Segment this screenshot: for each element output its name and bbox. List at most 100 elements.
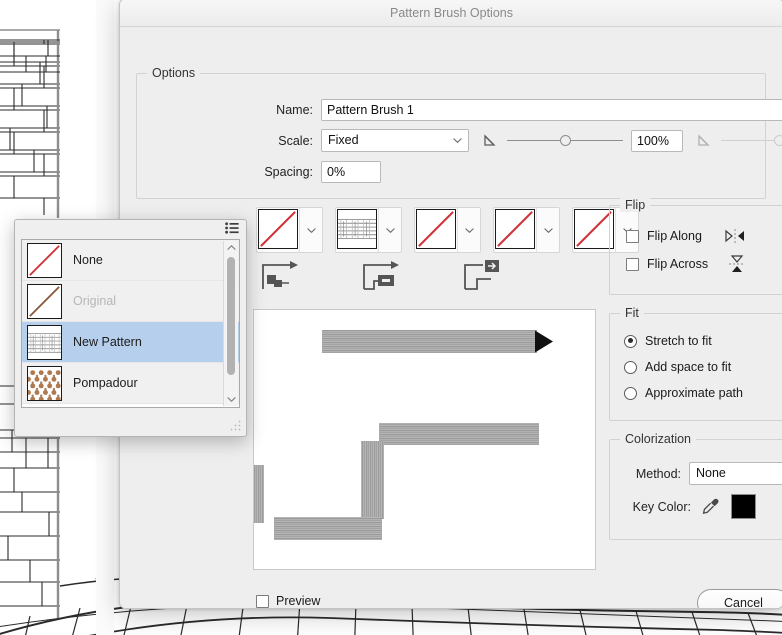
gray-brick-pattern-thumb bbox=[338, 210, 376, 248]
scale-max-corner-icon bbox=[697, 133, 713, 149]
no-pattern-diagonal-icon bbox=[28, 244, 61, 277]
tile-start-dropdown[interactable] bbox=[536, 208, 559, 252]
flip-group-legend: Flip bbox=[620, 198, 650, 212]
scrollbar-thumb[interactable] bbox=[227, 257, 235, 375]
fit-option-approximate[interactable]: Approximate path bbox=[624, 386, 743, 400]
fit-stretch-label: Stretch to fit bbox=[645, 334, 712, 348]
eyedropper-icon[interactable] bbox=[701, 497, 721, 517]
tile-inner-corner[interactable] bbox=[414, 207, 481, 253]
cancel-button[interactable]: Cancel bbox=[697, 589, 782, 609]
chevron-up-icon[interactable] bbox=[224, 241, 238, 254]
brush-tiles-row bbox=[256, 207, 639, 253]
colorization-group-legend: Colorization bbox=[620, 432, 696, 446]
scale-min-corner-icon bbox=[483, 133, 499, 149]
tile-start[interactable] bbox=[493, 207, 560, 253]
fit-add-space-label: Add space to fit bbox=[645, 360, 731, 374]
chevron-down-icon[interactable] bbox=[224, 393, 238, 406]
chevron-down-icon bbox=[465, 226, 474, 235]
preview-checkbox[interactable] bbox=[256, 595, 269, 608]
preview-stroke-svg bbox=[254, 310, 595, 569]
key-color-row: Key Color: bbox=[616, 494, 756, 519]
no-pattern-diagonal-icon bbox=[259, 210, 297, 248]
chevron-down-icon bbox=[386, 226, 395, 235]
fit-approximate-label: Approximate path bbox=[645, 386, 743, 400]
scale-max-slider-knob bbox=[774, 135, 782, 146]
pattern-thumb-pompadour bbox=[27, 366, 62, 401]
name-input[interactable] bbox=[321, 99, 782, 121]
scale-row: Scale: Fixed bbox=[265, 129, 782, 152]
brown-damask-pattern-thumb bbox=[28, 367, 61, 400]
flip-along-label: Flip Along bbox=[647, 229, 702, 243]
corner-tile-diagram-row bbox=[259, 259, 505, 293]
flip-along-row[interactable]: Flip Along bbox=[626, 228, 746, 244]
resize-grip-icon[interactable] bbox=[229, 419, 242, 432]
dialog-titlebar[interactable]: Pattern Brush Options bbox=[120, 0, 782, 27]
fit-add-space-radio[interactable] bbox=[624, 361, 637, 374]
method-label: Method: bbox=[626, 467, 681, 481]
gray-brick-pattern-thumb bbox=[28, 326, 61, 359]
flip-group: Flip Flip Along Flip Across bbox=[609, 205, 782, 295]
outer-corner-diagram-icon bbox=[259, 259, 303, 293]
fit-option-stretch[interactable]: Stretch to fit bbox=[624, 334, 712, 348]
fit-stretch-radio[interactable] bbox=[624, 335, 637, 348]
dialog-title: Pattern Brush Options bbox=[390, 6, 513, 20]
pattern-list-label: Original bbox=[73, 294, 116, 308]
pattern-list-label: Pompadour bbox=[73, 376, 138, 390]
list-view-icon[interactable] bbox=[225, 222, 239, 234]
scale-label: Scale: bbox=[265, 134, 313, 148]
pattern-picker-header bbox=[15, 220, 246, 238]
flip-along-checkbox[interactable] bbox=[626, 230, 639, 243]
tile-outer-corner-dropdown[interactable] bbox=[378, 208, 401, 252]
fit-group-legend: Fit bbox=[620, 306, 644, 320]
colorization-group: Colorization Method: None bbox=[609, 439, 782, 540]
original-diagonal-icon bbox=[28, 285, 61, 318]
flip-across-checkbox[interactable] bbox=[626, 258, 639, 271]
spacing-label: Spacing: bbox=[252, 165, 313, 179]
pattern-list-item-new-pattern[interactable]: New Pattern bbox=[22, 322, 239, 363]
scale-slider[interactable] bbox=[507, 131, 623, 151]
name-row: Name: bbox=[265, 99, 782, 121]
tile-outer-corner-swatch[interactable] bbox=[337, 209, 377, 249]
flip-across-row[interactable]: Flip Across bbox=[626, 254, 746, 274]
flip-across-icon bbox=[728, 254, 746, 274]
pattern-list-item-original[interactable]: Original bbox=[22, 281, 239, 322]
pattern-picker-list: None Original bbox=[21, 239, 240, 408]
tile-side[interactable] bbox=[256, 207, 323, 253]
pattern-thumb-original bbox=[27, 284, 62, 319]
tile-end-swatch[interactable] bbox=[574, 209, 614, 249]
scale-percent-input[interactable] bbox=[631, 130, 683, 152]
tile-side-swatch[interactable] bbox=[258, 209, 298, 249]
fit-approximate-radio[interactable] bbox=[624, 387, 637, 400]
pattern-list-label: New Pattern bbox=[73, 335, 142, 349]
method-row: Method: None bbox=[626, 462, 782, 485]
preview-row[interactable]: Preview bbox=[256, 594, 320, 608]
chevron-down-icon bbox=[544, 226, 553, 235]
tile-outer-corner[interactable] bbox=[335, 207, 402, 253]
method-select[interactable]: None bbox=[689, 462, 782, 485]
spacing-input[interactable] bbox=[321, 161, 381, 183]
preview-label: Preview bbox=[276, 594, 320, 608]
end-tile-diagram-icon bbox=[461, 259, 505, 293]
pattern-thumb-none bbox=[27, 243, 62, 278]
pattern-list-item-pompadour[interactable]: Pompadour bbox=[22, 363, 239, 404]
tile-inner-corner-swatch[interactable] bbox=[416, 209, 456, 249]
key-color-swatch[interactable] bbox=[731, 494, 756, 519]
pattern-thumb-new-pattern bbox=[27, 325, 62, 360]
pattern-picker-popup: None Original bbox=[14, 219, 247, 437]
tile-inner-corner-dropdown[interactable] bbox=[457, 208, 480, 252]
options-group-legend: Options bbox=[147, 66, 200, 80]
tile-start-swatch[interactable] bbox=[495, 209, 535, 249]
scale-slider-knob[interactable] bbox=[560, 135, 571, 146]
flip-along-icon bbox=[724, 228, 746, 244]
scale-select[interactable]: Fixed bbox=[321, 129, 469, 152]
scale-max-slider bbox=[721, 131, 782, 151]
fit-option-add-space[interactable]: Add space to fit bbox=[624, 360, 731, 374]
inner-corner-diagram-icon bbox=[360, 259, 404, 293]
screen: Pattern Brush Options Options Name: Scal… bbox=[0, 0, 782, 635]
chevron-down-icon bbox=[307, 226, 316, 235]
fit-group: Fit Stretch to fit Add space to fit Appr… bbox=[609, 313, 782, 421]
tile-side-dropdown[interactable] bbox=[299, 208, 322, 252]
pattern-list-item-none[interactable]: None bbox=[22, 240, 239, 281]
pattern-list-scrollbar[interactable] bbox=[223, 241, 238, 406]
no-pattern-diagonal-icon bbox=[417, 210, 455, 248]
